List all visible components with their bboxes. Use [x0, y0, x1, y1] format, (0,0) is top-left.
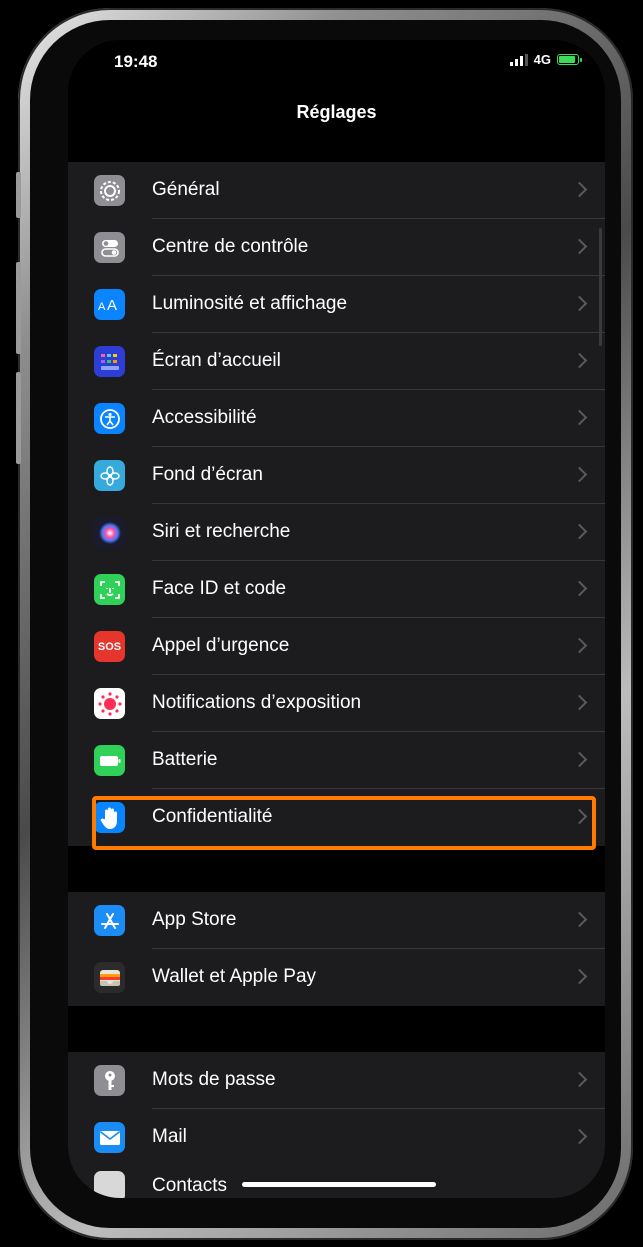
- wallet-icon: [94, 962, 125, 993]
- chevron-right-icon: [571, 751, 588, 768]
- chevron-right-icon: [571, 352, 588, 369]
- settings-row-general[interactable]: Général: [68, 162, 605, 219]
- settings-row-label: Wallet et Apple Pay: [152, 966, 317, 987]
- mail-icon: [94, 1122, 125, 1153]
- settings-group-1: Général Centre de contrôle AA Luminosité…: [68, 162, 605, 846]
- settings-row-exposure-notifications[interactable]: Notifications d’exposition: [68, 675, 605, 732]
- app-store-icon: [94, 905, 125, 936]
- chevron-right-icon: [571, 1071, 588, 1088]
- settings-row-label: Général: [152, 179, 220, 200]
- settings-row-accessibility[interactable]: Accessibilité: [68, 390, 605, 447]
- settings-row-label: Contacts: [152, 1175, 227, 1196]
- settings-row-label: Notifications d’exposition: [152, 692, 362, 713]
- chevron-right-icon: [571, 968, 588, 985]
- settings-row-wallet[interactable]: Wallet et Apple Pay: [68, 949, 605, 1006]
- settings-row-siri[interactable]: Siri et recherche: [68, 504, 605, 561]
- hand-icon: [94, 802, 125, 833]
- chevron-right-icon: [571, 295, 588, 312]
- chevron-right-icon: [571, 238, 588, 255]
- chevron-right-icon: [571, 466, 588, 483]
- mute-switch: [16, 172, 21, 218]
- settings-row-label: Confidentialité: [152, 806, 273, 827]
- settings-row-label: Appel d’urgence: [152, 635, 290, 656]
- chevron-right-icon: [571, 523, 588, 540]
- gear-icon: [94, 175, 125, 206]
- page-title: Réglages: [296, 102, 377, 122]
- settings-row-home-screen[interactable]: Écran d’accueil: [68, 333, 605, 390]
- exposure-icon: [94, 688, 125, 719]
- svg-text:A: A: [107, 297, 117, 314]
- sos-icon: SOS: [94, 631, 125, 662]
- settings-row-label: Centre de contrôle: [152, 236, 309, 257]
- text-size-icon: AA: [94, 289, 125, 320]
- settings-row-emergency-sos[interactable]: SOS Appel d’urgence: [68, 618, 605, 675]
- chevron-right-icon: [571, 808, 588, 825]
- settings-row-label: Luminosité et affichage: [152, 293, 348, 314]
- settings-row-label: Batterie: [152, 749, 218, 770]
- settings-row-label: Face ID et code: [152, 578, 287, 599]
- svg-text:A: A: [98, 301, 106, 313]
- settings-row-label: Mots de passe: [152, 1069, 276, 1090]
- settings-group-2: App Store Wallet et Apple Pay: [68, 892, 605, 1006]
- settings-row-label: App Store: [152, 909, 237, 930]
- chevron-right-icon: [571, 181, 588, 198]
- settings-row-face-id[interactable]: Face ID et code: [68, 561, 605, 618]
- status-indicators: 4G: [509, 52, 582, 67]
- settings-row-label: Fond d’écran: [152, 464, 263, 485]
- settings-row-mail[interactable]: Mail: [68, 1109, 605, 1166]
- chevron-right-icon: [571, 1128, 588, 1145]
- settings-row-label: Mail: [152, 1126, 187, 1147]
- signal-icon: [509, 53, 528, 66]
- settings-row-passwords[interactable]: Mots de passe: [68, 1052, 605, 1109]
- key-icon: [94, 1065, 125, 1096]
- settings-row-label: Écran d’accueil: [152, 350, 281, 371]
- settings-row-wallpaper[interactable]: Fond d’écran: [68, 447, 605, 504]
- settings-screen: 19:48 4G Réglages Général Centre de cont…: [68, 40, 605, 1198]
- flower-icon: [94, 460, 125, 491]
- siri-icon: [94, 517, 125, 548]
- status-bar: 19:48 4G: [68, 40, 605, 92]
- settings-row-label: Accessibilité: [152, 407, 257, 428]
- chevron-right-icon: [571, 637, 588, 654]
- settings-row-battery[interactable]: Batterie: [68, 732, 605, 789]
- chevron-right-icon: [571, 911, 588, 928]
- status-time: 19:48: [114, 52, 158, 71]
- settings-group-3: Mots de passe Mail: [68, 1052, 605, 1166]
- accessibility-icon: [94, 403, 125, 434]
- settings-row-control-center[interactable]: Centre de contrôle: [68, 219, 605, 276]
- settings-row-app-store[interactable]: App Store: [68, 892, 605, 949]
- settings-row-display[interactable]: AA Luminosité et affichage: [68, 276, 605, 333]
- settings-row-privacy[interactable]: Confidentialité: [68, 789, 605, 846]
- battery-icon: [557, 54, 582, 65]
- volume-down-button: [16, 372, 21, 464]
- home-indicator[interactable]: [242, 1182, 436, 1187]
- battery-settings-icon: [94, 745, 125, 776]
- chevron-right-icon: [571, 580, 588, 597]
- home-grid-icon: [94, 346, 125, 377]
- network-label: 4G: [533, 52, 551, 67]
- contacts-icon: [94, 1171, 125, 1198]
- scroll-indicator[interactable]: [599, 228, 602, 346]
- toggles-icon: [94, 232, 125, 263]
- chevron-right-icon: [571, 409, 588, 426]
- face-id-icon: [94, 574, 125, 605]
- chevron-right-icon: [571, 694, 588, 711]
- volume-up-button: [16, 262, 21, 354]
- settings-row-label: Siri et recherche: [152, 521, 291, 542]
